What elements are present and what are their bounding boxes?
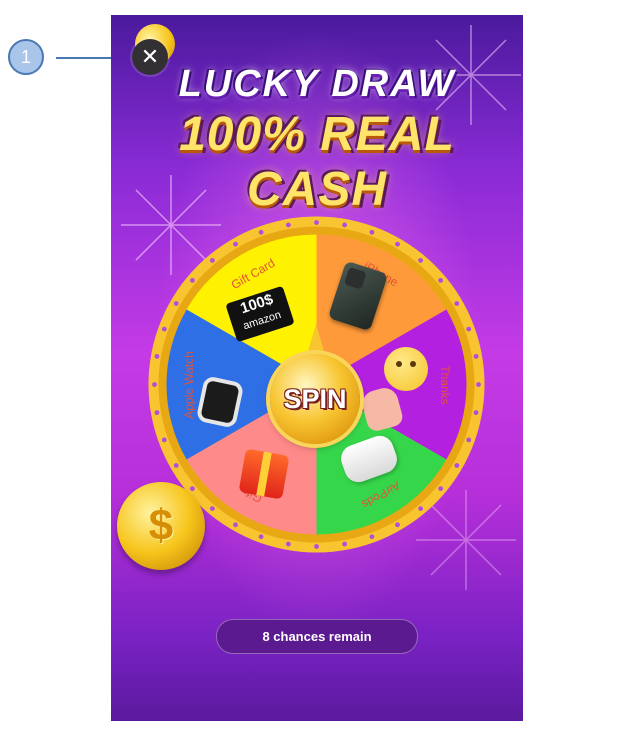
gift-box-icon: [238, 448, 290, 500]
dollar-coin-glyph: $: [148, 501, 174, 550]
rim-dot: [342, 222, 348, 228]
rim-dot: [314, 544, 319, 549]
rim-dot: [473, 353, 479, 359]
rim-dot: [473, 410, 479, 416]
rim-dot: [395, 522, 400, 528]
callout-number: 1: [8, 39, 44, 75]
rim-dot: [466, 437, 472, 443]
rim-dot: [438, 277, 443, 283]
rim-dot: [285, 222, 291, 228]
rim-dot: [454, 301, 460, 306]
rim-dot: [369, 534, 375, 540]
wheel-label-apple-watch: Apple Watch: [181, 350, 196, 419]
rim-dot: [438, 486, 443, 492]
rim-dot: [418, 258, 424, 263]
lucky-draw-screen: ✕ LUCKY DRAW 100% REAL CASH Gift CardiPh…: [111, 15, 523, 721]
rim-dot: [233, 241, 238, 247]
rim-dot: [154, 410, 160, 416]
rim-dot: [342, 541, 348, 547]
rim-dot: [209, 258, 215, 263]
rim-dot: [209, 506, 215, 511]
rim-dot: [285, 541, 291, 547]
rim-dot: [173, 301, 179, 306]
title-real-cash: 100% REAL CASH: [179, 108, 455, 216]
spin-button-label: SPIN: [283, 383, 347, 414]
rim-dot: [152, 382, 157, 387]
dollar-coin-icon: $: [117, 482, 205, 570]
waving-emoji-icon: [384, 347, 428, 391]
rim-dot: [466, 326, 472, 332]
rim-dot: [395, 241, 400, 247]
rim-dot: [258, 534, 264, 540]
spin-button[interactable]: SPIN: [270, 354, 360, 444]
wheel-pointer: [306, 324, 326, 358]
rim-dot: [476, 382, 481, 387]
rim-dot: [173, 463, 179, 468]
title-lucky-draw: LUCKY DRAW: [178, 63, 456, 105]
wheel-label-thanks: Thanks: [437, 364, 452, 405]
rim-dot: [314, 220, 319, 225]
rim-dot: [190, 277, 195, 283]
rim-dot: [161, 437, 167, 443]
rim-dot: [418, 506, 424, 511]
rim-dot: [161, 326, 167, 332]
rim-dot: [369, 229, 375, 235]
rim-dot: [454, 463, 460, 468]
chances-remaining-badge: 8 chances remain: [216, 619, 418, 654]
rim-dot: [258, 229, 264, 235]
rim-dot: [190, 486, 195, 492]
rim-dot: [154, 353, 160, 359]
rim-dot: [233, 522, 238, 528]
